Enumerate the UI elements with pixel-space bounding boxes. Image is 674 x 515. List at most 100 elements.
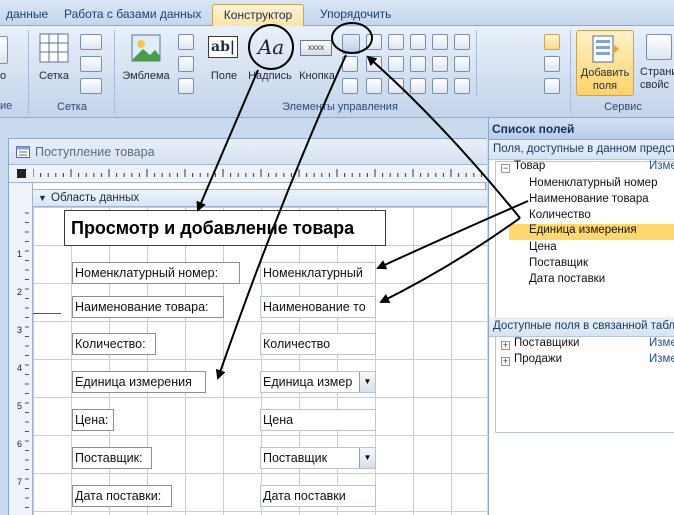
field-item[interactable]: Поставщик (529, 257, 588, 269)
group-separator (114, 30, 115, 114)
ruler-ticks: 1 2 3 4 5 6 7 (17, 212, 29, 508)
label-item-number[interactable]: Номенклатурный номер: (72, 262, 240, 284)
horizontal-ruler (9, 165, 487, 183)
form-title-label[interactable]: Просмотр и добавление товара (64, 210, 386, 246)
table-tovar[interactable]: Товар (514, 160, 545, 172)
object-icon[interactable] (432, 78, 448, 94)
title-icon[interactable] (178, 34, 194, 50)
field-button[interactable]: ab| Поле (206, 30, 242, 92)
dropdown-arrow-icon[interactable]: ▼ (359, 448, 375, 468)
rectangle-icon[interactable] (410, 56, 426, 72)
field-item[interactable]: Наименование товара (529, 193, 649, 205)
label-price[interactable]: Цена: (72, 409, 114, 431)
tab-designer[interactable]: Конструктор (212, 4, 304, 26)
subform-icon[interactable] (342, 78, 358, 94)
label-aa-icon: Aa (257, 35, 285, 59)
hyperlink-icon[interactable] (366, 34, 382, 50)
attachment-icon[interactable] (454, 78, 470, 94)
property-sheet-button[interactable]: Страни свойс (640, 30, 674, 96)
line-icon[interactable] (366, 56, 382, 72)
edit-table-link[interactable]: Изме (649, 353, 674, 365)
command-button[interactable]: xxxx Кнопка (296, 30, 338, 92)
label-supplier[interactable]: Поставщик: (72, 447, 152, 469)
label-item-name[interactable]: Наименование товара: (72, 296, 224, 318)
ruler-ticks (33, 169, 482, 177)
field-item-name[interactable]: Наименование то (260, 296, 376, 318)
tab-data[interactable]: данные (0, 4, 54, 26)
frame-icon[interactable] (366, 78, 382, 94)
label-quantity[interactable]: Количество: (72, 333, 156, 355)
ruler-number: 2 (17, 287, 22, 297)
label-unit[interactable]: Единица измерения (72, 371, 206, 393)
detail-section-bar[interactable]: ▼ Область данных (33, 189, 487, 207)
combo-supplier[interactable]: Поставщик ▼ (260, 447, 376, 469)
button-xxxx-icon: xxxx (300, 40, 332, 56)
tab-arrange[interactable]: Упорядочить (314, 4, 397, 26)
expand-icon[interactable]: + (501, 341, 510, 350)
radio-icon[interactable] (388, 78, 404, 94)
section-top-line (33, 313, 61, 314)
field-quantity[interactable]: Количество (260, 333, 376, 355)
field-list-title: Список полей (489, 118, 674, 140)
form-selector[interactable] (17, 169, 26, 178)
ruler-number: 7 (17, 477, 22, 487)
tab-control-icon[interactable] (342, 34, 360, 54)
checkbox-icon[interactable] (388, 56, 404, 72)
available-fields-header: Поля, доступные в данном предст (489, 140, 674, 160)
line-thickness-icon[interactable] (80, 34, 102, 50)
activex-icon[interactable] (544, 78, 560, 94)
design-window-titlebar: Поступление товара (9, 139, 487, 165)
field-list-pane: Список полей Поля, доступные в данном пр… (488, 118, 674, 515)
field-delivery-date[interactable]: Дата поставки (260, 485, 376, 507)
related-table-suppliers[interactable]: Поставщики (514, 337, 579, 349)
field-price[interactable]: Цена (260, 409, 376, 431)
select-pointer-icon[interactable] (544, 34, 560, 50)
field-item-selected[interactable]: Единица измерения (509, 224, 674, 240)
combo-unit[interactable]: Единица измер ▼ (260, 371, 376, 393)
edit-table-link[interactable]: Изме (649, 337, 674, 349)
combo-supplier-value: Поставщик (263, 451, 328, 465)
chart-icon[interactable] (432, 34, 448, 50)
divider (476, 30, 477, 96)
line-type-icon[interactable] (80, 56, 102, 72)
page-number-icon[interactable] (178, 56, 194, 72)
form-icon (16, 146, 30, 158)
ribbon: о ие Сетка Сетка Эмблема ab| Поле Aa Над… (0, 26, 674, 118)
add-fields-button[interactable]: Добавить поля (576, 30, 634, 96)
list-box-icon[interactable] (454, 34, 470, 50)
page-break-icon[interactable] (410, 34, 426, 50)
label-delivery-date[interactable]: Дата поставки: (72, 485, 172, 507)
field-item[interactable]: Количество (529, 209, 591, 221)
field-item-number[interactable]: Номенклатурный (260, 262, 376, 284)
ruler-number: 1 (17, 249, 22, 259)
date-time-icon[interactable] (178, 78, 194, 94)
property-sheet-label-1: Страни (640, 66, 674, 78)
attached-frame-icon[interactable] (410, 78, 426, 94)
emblem-button[interactable]: Эмблема (118, 30, 174, 92)
cut-off-icon[interactable] (0, 36, 8, 64)
collapse-icon[interactable]: − (501, 164, 510, 173)
field-item[interactable]: Цена (529, 241, 557, 253)
expand-icon[interactable]: + (501, 357, 510, 366)
vertical-ruler: 1 2 3 4 5 6 7 (9, 183, 33, 515)
field-item[interactable]: Номенклатурный номер (529, 177, 657, 189)
tab-database-tools[interactable]: Работа с базами данных (58, 4, 207, 26)
command-button-label: Кнопка (299, 70, 335, 82)
control-wizards-icon[interactable] (544, 56, 560, 72)
emblem-button-label: Эмблема (122, 70, 170, 82)
edit-table-link[interactable]: Изме (649, 160, 674, 172)
field-item[interactable]: Дата поставки (529, 273, 605, 285)
grid-button[interactable]: Сетка (34, 30, 74, 92)
toggle-icon[interactable] (432, 56, 448, 72)
related-table-sales[interactable]: Продажи (514, 353, 562, 365)
detail-section-title: Область данных (51, 192, 140, 204)
caption-button[interactable]: Aa Надпись (244, 30, 296, 92)
add-fields-label: Добавить поля (580, 67, 630, 92)
combo-unit-value: Единица измер (263, 375, 353, 389)
line-color-icon[interactable] (80, 78, 102, 94)
combo-box-icon[interactable] (342, 56, 358, 72)
option-group-icon[interactable] (388, 34, 404, 50)
ruler-number: 5 (17, 401, 22, 411)
dropdown-arrow-icon[interactable]: ▼ (359, 372, 375, 392)
image-icon[interactable] (454, 56, 470, 72)
